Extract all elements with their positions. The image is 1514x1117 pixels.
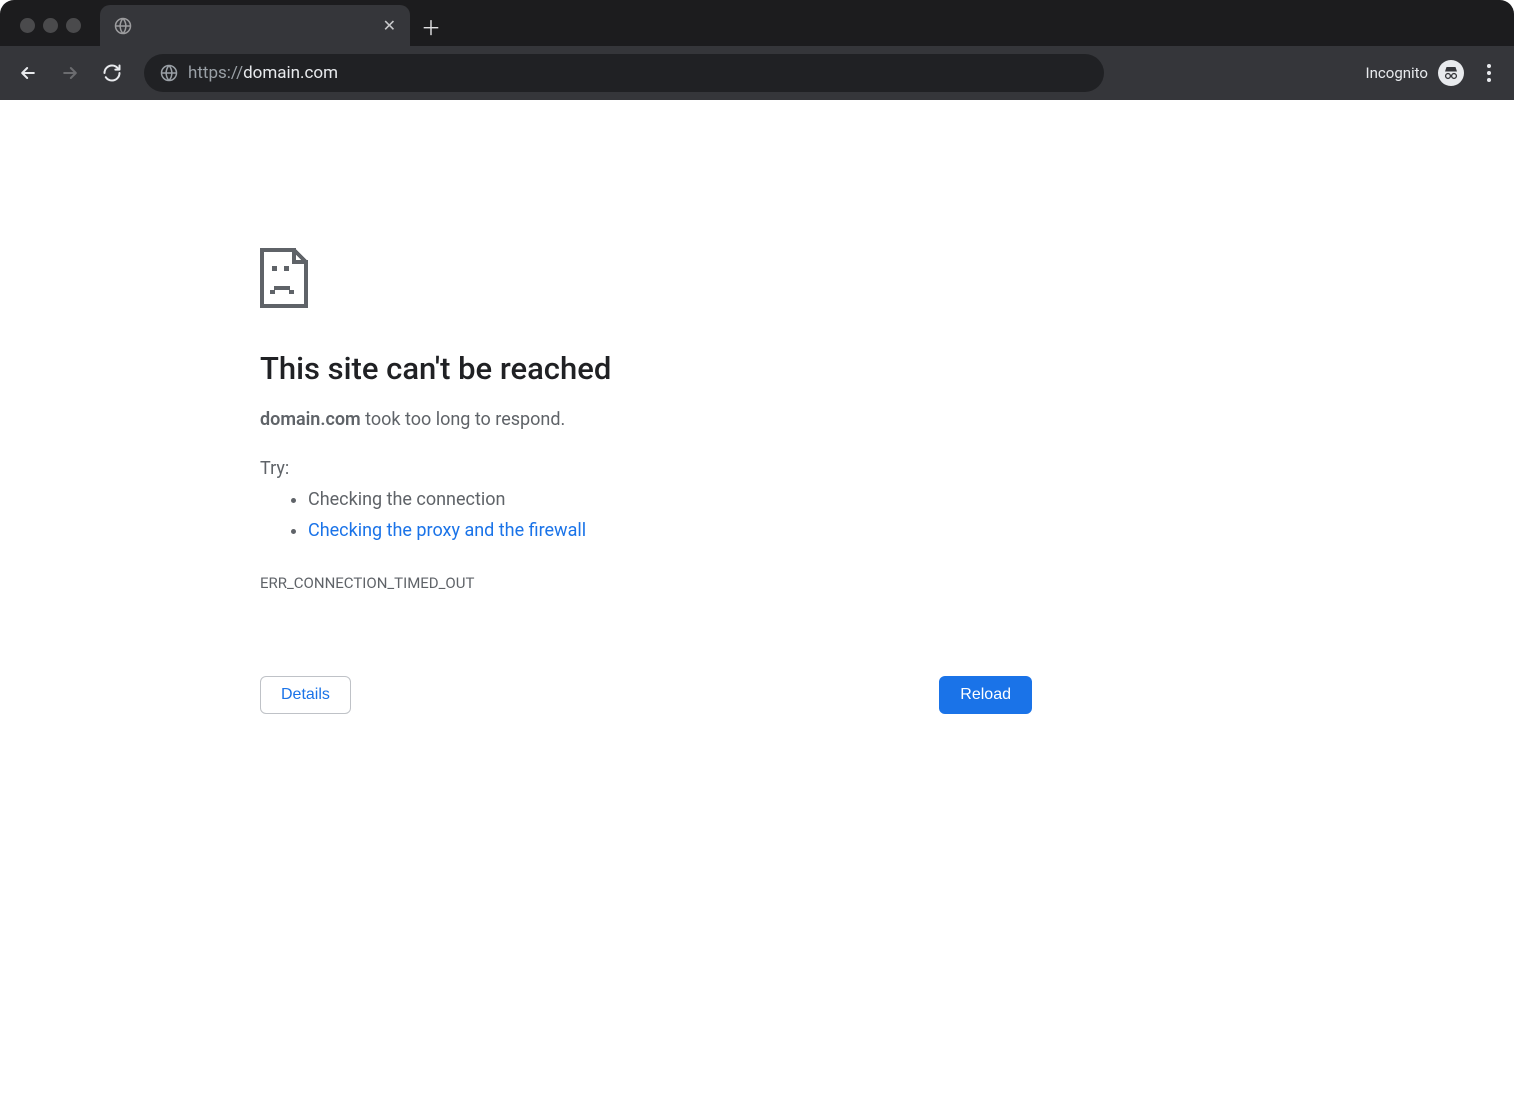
tab-close-icon[interactable]: ✕ (379, 12, 400, 39)
globe-icon (114, 17, 132, 35)
error-container: This site can't be reached domain.com to… (260, 248, 1040, 1117)
details-button[interactable]: Details (260, 676, 351, 714)
forward-button (52, 55, 88, 91)
button-row: Details Reload (260, 676, 1040, 714)
chrome-menu-icon[interactable] (1474, 56, 1504, 90)
url-domain: domain.com (243, 63, 338, 83)
browser-chrome: ✕ ＋ https://domain.com Incognito (0, 0, 1514, 100)
incognito-icon[interactable] (1438, 60, 1464, 86)
window-controls[interactable] (20, 18, 81, 33)
reload-button[interactable]: Reload (939, 676, 1032, 714)
tab-strip: ✕ ＋ (0, 0, 1514, 46)
sad-page-icon (260, 248, 1040, 308)
incognito-label: Incognito (1366, 64, 1428, 82)
error-subtext: domain.com took too long to respond. (260, 409, 1040, 430)
error-heading: This site can't be reached (260, 350, 1040, 387)
site-info-icon[interactable] (160, 64, 178, 82)
error-message-tail: took too long to respond. (361, 409, 566, 430)
address-bar[interactable]: https://domain.com (144, 54, 1104, 92)
url-scheme: https:// (188, 63, 243, 83)
suggestion-item: Checking the connection (308, 485, 1040, 516)
error-code: ERR_CONNECTION_TIMED_OUT (260, 574, 1040, 592)
try-label: Try: (260, 458, 1040, 479)
window-zoom-dot[interactable] (66, 18, 81, 33)
suggestion-item: Checking the proxy and the firewall (308, 516, 1040, 547)
suggestion-list: Checking the connection Checking the pro… (260, 485, 1040, 546)
url-text: https://domain.com (188, 63, 338, 83)
window-close-dot[interactable] (20, 18, 35, 33)
new-tab-button[interactable]: ＋ (414, 9, 448, 43)
browser-tab[interactable]: ✕ (100, 5, 410, 46)
back-button[interactable] (10, 55, 46, 91)
window-minimize-dot[interactable] (43, 18, 58, 33)
proxy-firewall-link[interactable]: Checking the proxy and the firewall (308, 520, 586, 541)
error-domain: domain.com (260, 409, 361, 430)
page-content: This site can't be reached domain.com to… (0, 100, 1514, 1117)
reload-nav-button[interactable] (94, 55, 130, 91)
toolbar: https://domain.com Incognito (0, 46, 1514, 100)
